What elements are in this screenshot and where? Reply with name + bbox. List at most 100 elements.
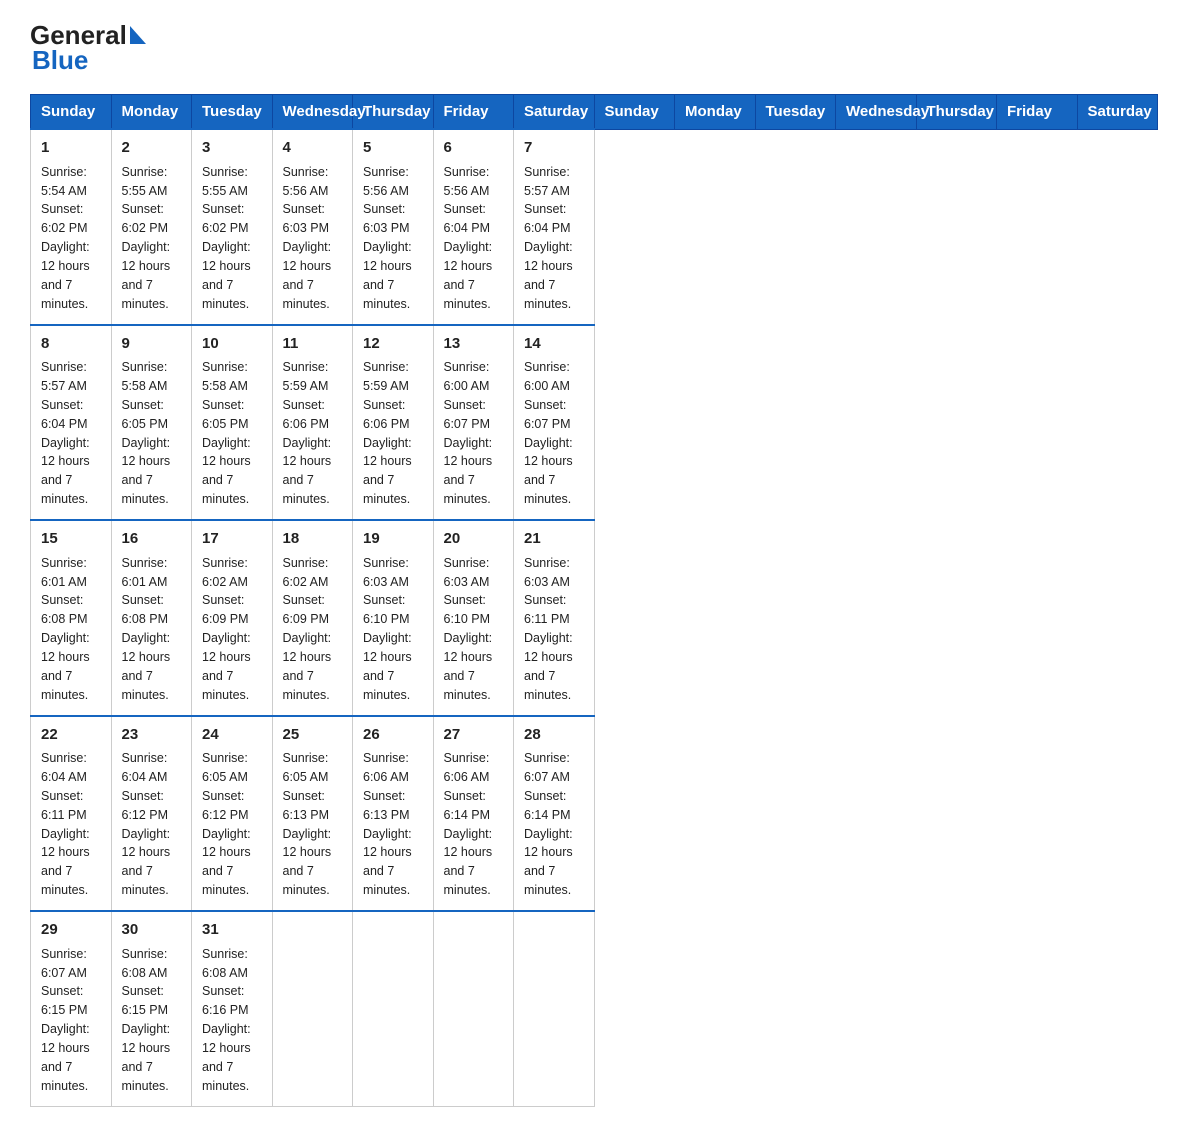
weekday-header-monday: Monday <box>675 95 756 130</box>
calendar-cell: 3Sunrise: 5:55 AMSunset: 6:02 PMDaylight… <box>192 129 273 325</box>
day-sunrise: Sunrise: 6:01 AMSunset: 6:08 PMDaylight:… <box>122 556 171 702</box>
day-number: 3 <box>202 137 262 159</box>
day-sunrise: Sunrise: 5:56 AMSunset: 6:04 PMDaylight:… <box>444 165 493 311</box>
weekday-header-tuesday: Tuesday <box>755 95 836 130</box>
calendar-week-1: 1 Sunrise: 5:54 AMSunset: 6:02 PMDaylight… <box>31 129 1158 325</box>
day-sunrise: Sunrise: 5:59 AMSunset: 6:06 PMDaylight:… <box>363 360 412 506</box>
header-monday: Monday <box>111 95 192 130</box>
calendar-cell: 16 Sunrise: 6:01 AMSunset: 6:08 PMDayligh… <box>111 520 192 716</box>
logo-blue-text: Blue <box>32 45 88 76</box>
day-sunrise: Sunrise: 6:06 AMSunset: 6:13 PMDaylight:… <box>363 751 412 897</box>
day-number: 25 <box>283 724 343 746</box>
day-number: 13 <box>444 333 504 355</box>
day-sunrise: Sunrise: 6:06 AMSunset: 6:14 PMDaylight:… <box>444 751 493 897</box>
day-number: 6 <box>444 137 504 159</box>
calendar-week-4: 22Sunrise: 6:04 AMSunset: 6:11 PMDayligh… <box>31 716 1158 912</box>
day-sunrise: Sunrise: 5:57 AMSunset: 6:04 PMDaylight:… <box>41 360 90 506</box>
day-sunrise: Sunrise: 5:59 AMSunset: 6:06 PMDaylight:… <box>283 360 332 506</box>
day-sunrise: Sunrise: 5:55 AMSunset: 6:02 PMDaylight:… <box>122 165 171 311</box>
day-number: 18 <box>283 528 343 550</box>
day-sunrise: Sunrise: 6:08 AMSunset: 6:15 PMDaylight:… <box>122 947 171 1093</box>
day-number: 27 <box>444 724 504 746</box>
calendar-cell: 14Sunrise: 6:00 AMSunset: 6:07 PMDayligh… <box>514 325 595 521</box>
day-sunrise: Sunrise: 6:00 AMSunset: 6:07 PMDaylight:… <box>524 360 573 506</box>
calendar-cell: 11 Sunrise: 5:59 AMSunset: 6:06 PMDayligh… <box>272 325 353 521</box>
day-number: 7 <box>524 137 584 159</box>
day-number: 29 <box>41 919 101 941</box>
calendar-cell: 20 Sunrise: 6:03 AMSunset: 6:10 PMDayligh… <box>433 520 514 716</box>
day-number: 16 <box>122 528 182 550</box>
calendar-cell: 17 Sunrise: 6:02 AMSunset: 6:09 PMDayligh… <box>192 520 273 716</box>
calendar-cell: 8 Sunrise: 5:57 AMSunset: 6:04 PMDaylight… <box>31 325 112 521</box>
calendar-header-row: SundayMondayTuesdayWednesdayThursdayFrid… <box>31 95 1158 130</box>
calendar-cell: 13 Sunrise: 6:00 AMSunset: 6:07 PMDayligh… <box>433 325 514 521</box>
day-number: 9 <box>122 333 182 355</box>
day-sunrise: Sunrise: 5:58 AMSunset: 6:05 PMDaylight:… <box>202 360 251 506</box>
day-number: 22 <box>41 724 101 746</box>
day-number: 11 <box>283 333 343 355</box>
calendar-cell: 9 Sunrise: 5:58 AMSunset: 6:05 PMDaylight… <box>111 325 192 521</box>
calendar-cell: 5 Sunrise: 5:56 AMSunset: 6:03 PMDaylight… <box>353 129 434 325</box>
day-sunrise: Sunrise: 6:00 AMSunset: 6:07 PMDaylight:… <box>444 360 493 506</box>
calendar-cell: 1 Sunrise: 5:54 AMSunset: 6:02 PMDaylight… <box>31 129 112 325</box>
day-number: 1 <box>41 137 101 159</box>
weekday-header-wednesday: Wednesday <box>836 95 917 130</box>
calendar-cell <box>272 911 353 1106</box>
calendar-cell: 25 Sunrise: 6:05 AMSunset: 6:13 PMDayligh… <box>272 716 353 912</box>
day-number: 23 <box>122 724 182 746</box>
calendar-cell: 26Sunrise: 6:06 AMSunset: 6:13 PMDayligh… <box>353 716 434 912</box>
day-number: 5 <box>363 137 423 159</box>
calendar-cell: 24 Sunrise: 6:05 AMSunset: 6:12 PMDayligh… <box>192 716 273 912</box>
day-number: 15 <box>41 528 101 550</box>
calendar-table: SundayMondayTuesdayWednesdayThursdayFrid… <box>30 94 1158 1107</box>
logo: General Blue <box>30 20 146 76</box>
weekday-header-saturday: Saturday <box>1077 95 1158 130</box>
calendar-cell: 6 Sunrise: 5:56 AMSunset: 6:04 PMDaylight… <box>433 129 514 325</box>
calendar-cell: 15 Sunrise: 6:01 AMSunset: 6:08 PMDayligh… <box>31 520 112 716</box>
day-sunrise: Sunrise: 6:07 AMSunset: 6:14 PMDaylight:… <box>524 751 573 897</box>
day-sunrise: Sunrise: 6:05 AMSunset: 6:13 PMDaylight:… <box>283 751 332 897</box>
day-number: 20 <box>444 528 504 550</box>
day-sunrise: Sunrise: 6:03 AMSunset: 6:11 PMDaylight:… <box>524 556 573 702</box>
day-sunrise: Sunrise: 5:56 AMSunset: 6:03 PMDaylight:… <box>363 165 412 311</box>
day-number: 8 <box>41 333 101 355</box>
day-sunrise: Sunrise: 6:04 AMSunset: 6:12 PMDaylight:… <box>122 751 171 897</box>
day-number: 12 <box>363 333 423 355</box>
calendar-cell: 29 Sunrise: 6:07 AMSunset: 6:15 PMDayligh… <box>31 911 112 1106</box>
header-wednesday: Wednesday <box>272 95 353 130</box>
day-sunrise: Sunrise: 6:03 AMSunset: 6:10 PMDaylight:… <box>444 556 493 702</box>
day-sunrise: Sunrise: 6:01 AMSunset: 6:08 PMDaylight:… <box>41 556 90 702</box>
weekday-header-sunday: Sunday <box>594 95 675 130</box>
day-sunrise: Sunrise: 6:02 AMSunset: 6:09 PMDaylight:… <box>202 556 251 702</box>
calendar-cell: 30Sunrise: 6:08 AMSunset: 6:15 PMDayligh… <box>111 911 192 1106</box>
header-friday: Friday <box>433 95 514 130</box>
calendar-cell: 28Sunrise: 6:07 AMSunset: 6:14 PMDayligh… <box>514 716 595 912</box>
calendar-cell: 22Sunrise: 6:04 AMSunset: 6:11 PMDayligh… <box>31 716 112 912</box>
calendar-week-2: 8 Sunrise: 5:57 AMSunset: 6:04 PMDaylight… <box>31 325 1158 521</box>
day-sunrise: Sunrise: 6:05 AMSunset: 6:12 PMDaylight:… <box>202 751 251 897</box>
day-sunrise: Sunrise: 5:54 AMSunset: 6:02 PMDaylight:… <box>41 165 90 311</box>
calendar-cell: 23 Sunrise: 6:04 AMSunset: 6:12 PMDayligh… <box>111 716 192 912</box>
day-number: 19 <box>363 528 423 550</box>
day-number: 24 <box>202 724 262 746</box>
header-sunday: Sunday <box>31 95 112 130</box>
day-sunrise: Sunrise: 5:57 AMSunset: 6:04 PMDaylight:… <box>524 165 573 311</box>
day-sunrise: Sunrise: 5:58 AMSunset: 6:05 PMDaylight:… <box>122 360 171 506</box>
calendar-cell: 4Sunrise: 5:56 AMSunset: 6:03 PMDaylight… <box>272 129 353 325</box>
day-number: 17 <box>202 528 262 550</box>
calendar-cell: 2Sunrise: 5:55 AMSunset: 6:02 PMDaylight… <box>111 129 192 325</box>
page-header: General Blue <box>30 20 1158 76</box>
calendar-cell: 31Sunrise: 6:08 AMSunset: 6:16 PMDayligh… <box>192 911 273 1106</box>
calendar-cell <box>514 911 595 1106</box>
day-sunrise: Sunrise: 6:08 AMSunset: 6:16 PMDaylight:… <box>202 947 251 1093</box>
calendar-week-5: 29 Sunrise: 6:07 AMSunset: 6:15 PMDayligh… <box>31 911 1158 1106</box>
day-sunrise: Sunrise: 6:03 AMSunset: 6:10 PMDaylight:… <box>363 556 412 702</box>
day-sunrise: Sunrise: 6:07 AMSunset: 6:15 PMDaylight:… <box>41 947 90 1093</box>
weekday-header-thursday: Thursday <box>916 95 997 130</box>
header-tuesday: Tuesday <box>192 95 273 130</box>
calendar-cell <box>433 911 514 1106</box>
calendar-cell: 21Sunrise: 6:03 AMSunset: 6:11 PMDayligh… <box>514 520 595 716</box>
calendar-cell <box>353 911 434 1106</box>
calendar-cell: 12 Sunrise: 5:59 AMSunset: 6:06 PMDayligh… <box>353 325 434 521</box>
header-saturday: Saturday <box>514 95 595 130</box>
